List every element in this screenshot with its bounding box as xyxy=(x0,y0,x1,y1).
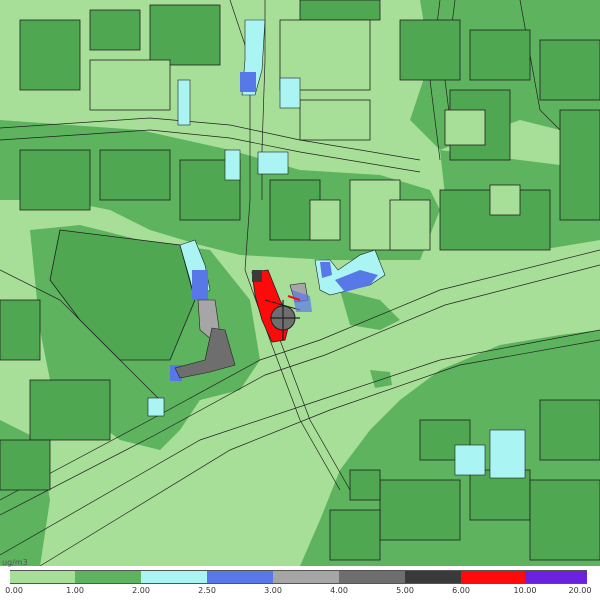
legend-swatch-2 xyxy=(141,570,207,584)
legend-tick-4: 3.00 xyxy=(264,586,282,595)
legend-tick-5: 4.00 xyxy=(330,586,348,595)
legend-tick-1: 1.00 xyxy=(66,586,84,595)
legend-tick-6: 5.00 xyxy=(396,586,414,595)
legend-swatch-6 xyxy=(405,570,461,584)
legend-unit: ug/m3 xyxy=(2,558,28,567)
legend-tick-0: 0.00 xyxy=(5,586,23,595)
legend-swatch-8 xyxy=(525,570,587,584)
legend-tick-8: 10.00 xyxy=(513,586,537,595)
legend-tick-7: 6.00 xyxy=(452,586,470,595)
legend-tick-9: 20.00 xyxy=(568,586,592,595)
legend-swatch-4 xyxy=(273,570,339,584)
legend-swatch-7 xyxy=(461,570,525,584)
legend-swatch-5 xyxy=(339,570,405,584)
dispersion-map xyxy=(0,0,600,602)
legend-swatch-1 xyxy=(75,570,141,584)
legend-tick-3: 2.50 xyxy=(198,586,216,595)
legend-tick-2: 2.00 xyxy=(132,586,150,595)
legend-swatch-3 xyxy=(207,570,273,584)
legend-swatch-0 xyxy=(10,570,75,584)
legend: ug/m3 0.00 1.00 2.00 2.50 3.00 4.00 5.00… xyxy=(0,558,600,602)
